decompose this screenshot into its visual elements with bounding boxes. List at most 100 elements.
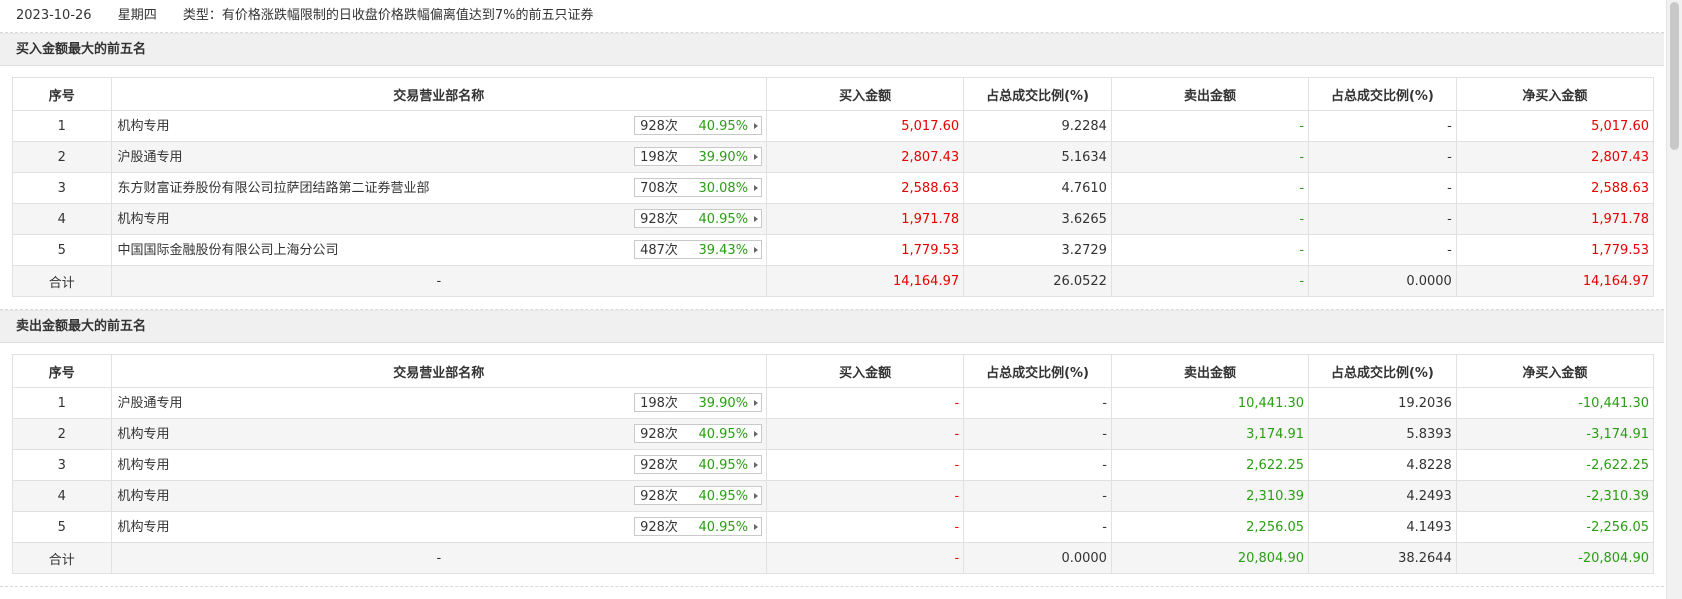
rank-cell: 3 [12, 449, 112, 481]
branch-name-link[interactable]: 机构专用 [118, 482, 170, 511]
table-row: 2 机构专用 928次 40.95% - - 3,174.91 5.8393 -3,… [12, 418, 1655, 450]
listing-count: 928次 [640, 211, 678, 227]
buy-ratio-cell: - [963, 511, 1112, 543]
branch-cell: 机构专用 928次 40.95% [110, 110, 768, 142]
branch-name-link[interactable]: 沪股通专用 [118, 389, 183, 418]
branch-stats-button[interactable]: 928次 40.95% [634, 516, 763, 536]
rank-cell: 3 [12, 172, 112, 204]
branch-cell: 东方财富证券股份有限公司拉萨团结路第二证券营业部 708次 30.08% [110, 172, 768, 204]
sell-ratio-cell: 4.2493 [1308, 480, 1457, 512]
listing-count: 928次 [640, 488, 678, 504]
col-buy-ratio: 占总成交比例(%) [963, 354, 1112, 388]
branch-stats-button[interactable]: 928次 40.95% [634, 485, 763, 505]
total-sell-amount: 20,804.90 [1110, 542, 1310, 574]
buy-table: 序号 交易营业部名称 买入金额 占总成交比例(%) 卖出金额 占总成交比例(%)… [12, 77, 1655, 297]
total-sell-amount: - [1110, 265, 1310, 297]
total-row: 合计 - 14,164.97 26.0522 - 0.0000 14,164.9… [12, 265, 1655, 297]
table-row: 5 中国国际金融股份有限公司上海分公司 487次 39.43% 1,779.53 3… [12, 234, 1655, 266]
branch-stats-button[interactable]: 198次 39.90% [634, 392, 763, 412]
total-branch-cell: - [110, 265, 768, 297]
col-sell-amount: 卖出金额 [1110, 354, 1310, 388]
listing-count: 928次 [640, 426, 678, 442]
branch-stats-button[interactable]: 928次 40.95% [634, 454, 763, 474]
win-rate: 40.95% [698, 211, 749, 227]
branch-name-link[interactable]: 中国国际金融股份有限公司上海分公司 [118, 236, 339, 265]
total-buy-ratio: 0.0000 [963, 542, 1112, 574]
net-buy-cell: -3,174.91 [1455, 418, 1655, 450]
page-content: 2023-10-26 星期四 类型：有价格涨跌幅限制的日收盘价格跌幅偏离值达到7… [0, 0, 1664, 587]
sell-table-header: 序号 交易营业部名称 买入金额 占总成交比例(%) 卖出金额 占总成交比例(%)… [12, 354, 1655, 388]
win-rate: 39.43% [698, 242, 749, 258]
branch-stats-button[interactable]: 928次 40.95% [634, 208, 763, 228]
branch-cell: 沪股通专用 198次 39.90% [110, 141, 768, 173]
net-buy-cell: 2,807.43 [1455, 141, 1655, 173]
total-sell-ratio: 0.0000 [1308, 265, 1457, 297]
sell-ratio-cell: 5.8393 [1308, 418, 1457, 450]
vertical-scrollbar[interactable] [1666, 0, 1682, 599]
sell-ratio-cell: 4.1493 [1308, 511, 1457, 543]
branch-name-link[interactable]: 东方财富证券股份有限公司拉萨团结路第二证券营业部 [118, 174, 430, 203]
rank-cell: 1 [12, 110, 112, 142]
listing-count: 708次 [640, 180, 678, 196]
total-buy-ratio: 26.0522 [963, 265, 1112, 297]
branch-stats-button[interactable]: 928次 40.95% [634, 423, 763, 443]
sell-ratio-cell: - [1308, 172, 1457, 204]
branch-stats-button[interactable]: 928次 40.95% [634, 115, 763, 135]
sell-amount-cell: - [1110, 141, 1310, 173]
buy-table-container: 序号 交易营业部名称 买入金额 占总成交比例(%) 卖出金额 占总成交比例(%)… [0, 66, 1664, 310]
sell-amount-cell: 2,310.39 [1110, 480, 1310, 512]
sell-table-container: 序号 交易营业部名称 买入金额 占总成交比例(%) 卖出金额 占总成交比例(%)… [0, 343, 1664, 587]
col-sell-ratio: 占总成交比例(%) [1308, 354, 1457, 388]
scrollbar-thumb[interactable] [1670, 2, 1679, 150]
listing-count: 198次 [640, 149, 678, 165]
branch-name-link[interactable]: 沪股通专用 [118, 143, 183, 172]
trade-date: 2023-10-26 [16, 8, 92, 23]
table-row: 3 机构专用 928次 40.95% - - 2,622.25 4.8228 -2,… [12, 449, 1655, 481]
caret-right-icon [754, 492, 759, 499]
branch-name-link[interactable]: 机构专用 [118, 420, 170, 449]
caret-right-icon [754, 215, 759, 222]
table-row: 1 机构专用 928次 40.95% 5,017.60 9.2284 - - 5,0… [12, 110, 1655, 142]
buy-ratio-cell: - [963, 449, 1112, 481]
buy-amount-cell: - [766, 387, 965, 419]
col-sell-ratio: 占总成交比例(%) [1308, 77, 1457, 111]
col-sell-amount: 卖出金额 [1110, 77, 1310, 111]
rank-cell: 4 [12, 203, 112, 235]
sell-amount-cell: 10,441.30 [1110, 387, 1310, 419]
table-row: 2 沪股通专用 198次 39.90% 2,807.43 5.1634 - - 2,… [12, 141, 1655, 173]
buy-amount-cell: 5,017.60 [766, 110, 965, 142]
listing-count: 198次 [640, 395, 678, 411]
branch-name-link[interactable]: 机构专用 [118, 513, 170, 542]
caret-right-icon [754, 523, 759, 530]
listing-count: 487次 [640, 242, 678, 258]
buy-amount-cell: - [766, 449, 965, 481]
total-row: 合计 - - 0.0000 20,804.90 38.2644 -20,804.… [12, 542, 1655, 574]
branch-name-link[interactable]: 机构专用 [118, 205, 170, 234]
table-row: 4 机构专用 928次 40.95% 1,971.78 3.6265 - - 1,9… [12, 203, 1655, 235]
branch-stats-button[interactable]: 708次 30.08% [634, 177, 763, 197]
total-branch-cell: - [110, 542, 768, 574]
buy-amount-cell: - [766, 418, 965, 450]
net-buy-cell: 2,588.63 [1455, 172, 1655, 204]
col-rank: 序号 [12, 77, 112, 111]
buy-ratio-cell: - [963, 480, 1112, 512]
branch-name-link[interactable]: 机构专用 [118, 112, 170, 141]
branch-name-link[interactable]: 机构专用 [118, 451, 170, 480]
buy-ratio-cell: 9.2284 [963, 110, 1112, 142]
branch-stats-button[interactable]: 198次 39.90% [634, 146, 763, 166]
buy-amount-cell: 2,588.63 [766, 172, 965, 204]
branch-cell: 机构专用 928次 40.95% [110, 449, 768, 481]
table-row: 3 东方财富证券股份有限公司拉萨团结路第二证券营业部 708次 30.08% 2,5… [12, 172, 1655, 204]
info-bar: 2023-10-26 星期四 类型：有价格涨跌幅限制的日收盘价格跌幅偏离值达到7… [0, 0, 1664, 33]
listing-count: 928次 [640, 457, 678, 473]
net-buy-cell: 5,017.60 [1455, 110, 1655, 142]
caret-right-icon [754, 184, 759, 191]
rank-cell: 4 [12, 480, 112, 512]
caret-right-icon [754, 430, 759, 437]
col-buy-amount: 买入金额 [766, 354, 965, 388]
col-net-buy: 净买入金额 [1455, 77, 1655, 111]
sell-ratio-cell: - [1308, 234, 1457, 266]
col-net-buy: 净买入金额 [1455, 354, 1655, 388]
buy-ratio-cell: 3.2729 [963, 234, 1112, 266]
branch-stats-button[interactable]: 487次 39.43% [634, 239, 763, 259]
